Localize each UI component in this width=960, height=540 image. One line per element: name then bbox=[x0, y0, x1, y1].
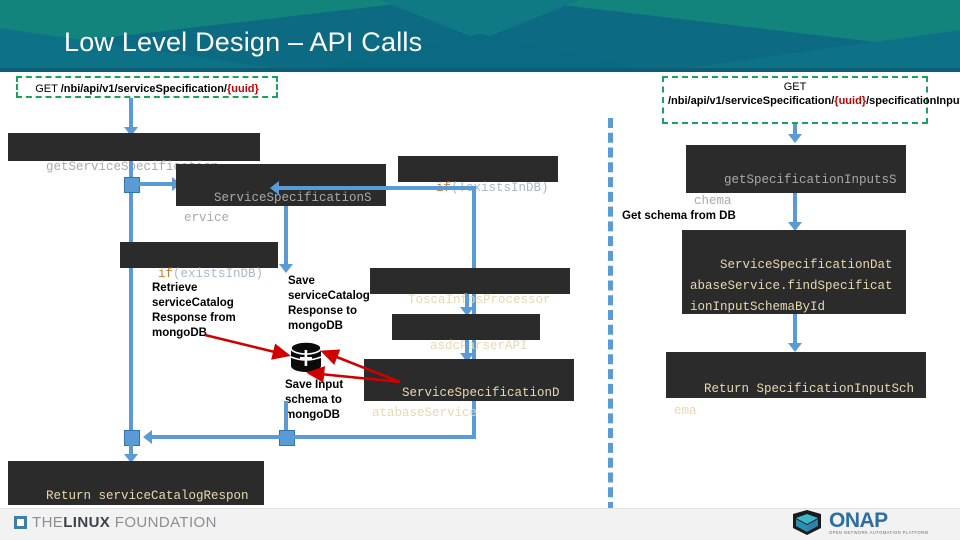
lf-the: THE bbox=[32, 514, 64, 531]
request-box-get-specification-input-schema: GET /nbi/api/v1/serviceSpecification/{uu… bbox=[662, 76, 960, 124]
request-verb: GET bbox=[783, 81, 807, 93]
box-asdc-parser-api: asdcParserAPI bbox=[392, 314, 540, 353]
box-if-not-exists: if(!existsInDB) bbox=[398, 156, 558, 195]
arrow-find-to-return2 bbox=[788, 343, 802, 352]
connector-mid-to-return bbox=[150, 435, 284, 439]
box-get-service-specification: getServiceSpecification bbox=[8, 133, 260, 174]
connector-ifnot-bracket bbox=[276, 186, 476, 190]
connector-find-to-return2 bbox=[793, 314, 797, 346]
box-service-specification-service: ServiceSpecificationService bbox=[176, 164, 386, 225]
linux-foundation-logo: THELINUX FOUNDATION bbox=[14, 514, 217, 531]
onap-logo: ONAP OPEN NETWORK AUTOMATION PLATFORM bbox=[790, 510, 928, 536]
lifeline-left bbox=[129, 161, 133, 445]
lf-foundation: FOUNDATION bbox=[114, 514, 217, 531]
connector-right-to-mid bbox=[293, 435, 476, 439]
keyword-if: if bbox=[158, 267, 174, 281]
note-retrieve-service-catalog: Retrieve serviceCatalog Response from mo… bbox=[152, 282, 236, 339]
note-save-input-schema: Save Input schema to mongoDB bbox=[285, 379, 344, 421]
box-tosca-infos-processor: ToscaInfosProcessor bbox=[370, 268, 570, 307]
request-verb: GET bbox=[35, 83, 61, 95]
box-label: ToscaInfosProcessor bbox=[408, 293, 551, 307]
database-cylinder-icon bbox=[288, 340, 324, 381]
box-label: ServiceSpecificationService bbox=[184, 191, 372, 225]
note-get-schema-from-db: Get schema from DB bbox=[622, 210, 736, 222]
onap-hex-icon bbox=[793, 510, 821, 535]
box-label: ServiceSpecificationDatabaseService bbox=[372, 386, 560, 420]
condition-text: (existsInDB) bbox=[173, 267, 264, 281]
page-title: Low Level Design – API Calls bbox=[64, 27, 423, 57]
request-path: /nbi/api/v1/serviceSpecification/ bbox=[668, 95, 835, 107]
box-find-specification-input-schema-by-id: ServiceSpecificationDatabaseService.find… bbox=[682, 230, 906, 314]
onap-wordmark: ONAP bbox=[829, 508, 888, 532]
request-suffix: /specificationInputSchema bbox=[866, 95, 960, 107]
arrow-request2-to-entry bbox=[788, 134, 802, 143]
request-box-get-service-specification: GET /nbi/api/v1/serviceSpecification/{uu… bbox=[16, 76, 278, 98]
box-service-specification-database-service: ServiceSpecificationDatabaseService bbox=[364, 359, 574, 420]
linux-foundation-wordmark: THELINUX FOUNDATION bbox=[32, 514, 217, 531]
box-return-specification-input-schema: Return SpecificationInputSchema bbox=[666, 352, 926, 418]
arrow-mid-to-return bbox=[143, 430, 152, 444]
connector-request-to-entry bbox=[129, 98, 133, 130]
connector-entry-to-service bbox=[138, 182, 174, 186]
arrow-service-to-tosca bbox=[279, 264, 293, 273]
box-return-service-catalog-response: Return serviceCatalogResponse bbox=[8, 461, 264, 524]
request-path: /nbi/api/v1/serviceSpecification/ bbox=[60, 83, 227, 95]
box-label: ServiceSpecificationDatabaseService.find… bbox=[690, 258, 893, 314]
note-save-service-catalog: Save serviceCatalog Response to mongoDB bbox=[288, 275, 370, 332]
linux-foundation-mark-icon bbox=[14, 516, 27, 529]
box-label: asdcParserAPI bbox=[430, 339, 528, 353]
box-if-exists: if(existsInDB) bbox=[120, 242, 278, 281]
arrow-ifnot-bracket bbox=[270, 181, 279, 195]
connector-service-to-tosca bbox=[284, 206, 288, 268]
box-get-specification-inputs-schema: getSpecificationInputsSchema bbox=[686, 145, 906, 208]
box-label: Return SpecificationInputSchema bbox=[674, 382, 915, 418]
request-uuid: {uuid} bbox=[834, 95, 867, 107]
slide-header-banner: Low Level Design – API Calls bbox=[0, 0, 960, 72]
onap-tagline: OPEN NETWORK AUTOMATION PLATFORM bbox=[829, 529, 929, 535]
slide-canvas: Low Level Design – API Calls GET /nbi/ap… bbox=[0, 0, 960, 540]
lf-linux: LINUX bbox=[63, 514, 111, 531]
section-divider bbox=[608, 118, 613, 512]
request-uuid: {uuid} bbox=[227, 83, 259, 95]
